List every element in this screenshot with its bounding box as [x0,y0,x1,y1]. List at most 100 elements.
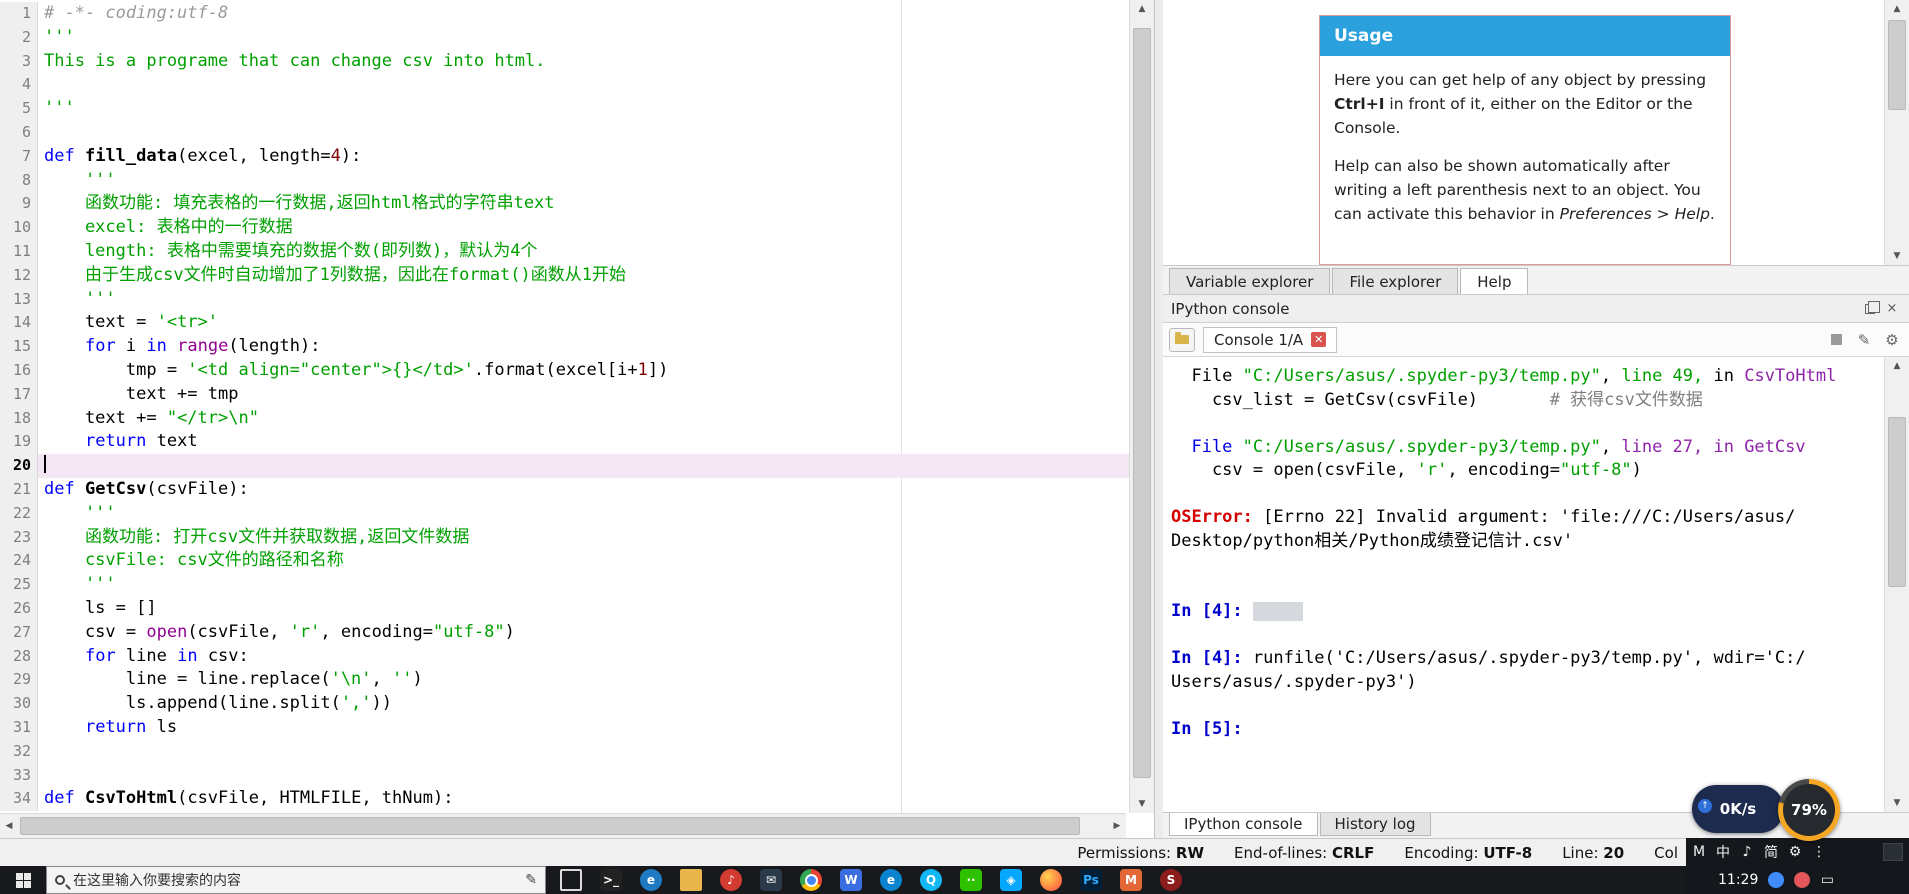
tab-ipython-console[interactable]: IPython console [1169,813,1318,836]
console-body[interactable]: File "C:/Users/asus/.spyder-py3/temp.py"… [1163,357,1909,812]
tab-help[interactable]: Help [1460,268,1529,294]
ime-mode-icon[interactable]: M [1692,844,1706,860]
editor-line-24[interactable]: 24 csvFile: csv文件的路径和名称 [0,549,1129,574]
task-view-icon[interactable] [560,869,582,891]
editor-vertical-scrollbar[interactable]: ▲ ▼ [1129,0,1154,813]
start-button[interactable] [0,866,46,894]
editor-line-17[interactable]: 17 text += tmp [0,382,1129,407]
editor-line-33[interactable]: 33 [0,763,1129,788]
help-vertical-scrollbar[interactable]: ▲ ▼ [1884,0,1909,265]
editor-line-23[interactable]: 23 函数功能: 打开csv文件并获取数据,返回文件数据 [0,525,1129,550]
battery-ring[interactable]: 79% [1778,779,1840,841]
editor-line-5[interactable]: 5 ''' [0,97,1129,121]
scroll-left-arrow-icon[interactable]: ◀ [0,814,18,838]
tab-history-log[interactable]: History log [1319,813,1431,836]
editor-line-21[interactable]: 21 def GetCsv(csvFile): [0,477,1129,502]
netease-music-icon[interactable]: ♪ [720,869,742,891]
editor-line-34[interactable]: 34 def CsvToHtml(csvFile, HTMLFILE, thNum… [0,787,1129,812]
editor-line-12[interactable]: 12 由于生成csv文件时自动增加了1列数据，因此在format()函数从1开始 [0,263,1129,288]
editor-line-30[interactable]: 30 ls.append(line.split(',')) [0,692,1129,716]
editor-line-8[interactable]: 8 ''' [0,168,1129,193]
music-note-icon[interactable]: ♪ [1740,844,1754,860]
edit-icon[interactable]: ✎ [1853,329,1875,351]
editor-line-22[interactable]: 22 ''' [0,501,1129,526]
console-vertical-scrollbar[interactable]: ▲ ▼ [1884,357,1909,812]
editor-line-14[interactable]: 14 text = '<tr>' [0,311,1129,336]
editor-line-2[interactable]: 2 ''' [0,25,1129,50]
editor-line-31[interactable]: 31 return ls [0,715,1129,740]
qq-icon[interactable]: Q [920,869,942,891]
scroll-down-arrow-icon[interactable]: ▼ [1130,795,1154,813]
editor-line-4[interactable]: 4 [0,73,1129,98]
taskbar-search-input[interactable]: 在这里输入你要搜索的内容 ✎ [46,866,546,894]
tray-app-icon[interactable] [1794,872,1811,888]
console-output[interactable]: File "C:/Users/asus/.spyder-py3/temp.py"… [1163,357,1884,812]
editor-line-20[interactable]: 20 [0,454,1129,478]
editor-line-32[interactable]: 32 [0,739,1129,764]
foxmail-icon[interactable]: ✉ [760,869,782,891]
ie-icon[interactable]: e [640,869,662,891]
editor-line-28[interactable]: 28 for line in csv: [0,644,1129,669]
edge-icon[interactable]: e [880,869,902,891]
undock-icon[interactable] [1861,300,1880,318]
tab-variable-explorer[interactable]: Variable explorer [1169,268,1331,294]
folder-icon[interactable] [680,869,702,891]
net-speed-widget[interactable]: ↑ 0K/s 79% [1692,779,1862,841]
editor-line-15[interactable]: 15 for i in range(length): [0,335,1129,359]
scroll-up-arrow-icon[interactable]: ▲ [1885,0,1909,18]
editor-line-26[interactable]: 26 ls = [] [0,596,1129,621]
code-editor-pane[interactable]: 1 # -*- coding:utf-8 2 ''' 3 This is a progra… [0,0,1155,838]
scroll-right-arrow-icon[interactable]: ▶ [1108,814,1126,838]
interrupt-kernel-icon[interactable] [1825,329,1847,351]
editor-line-3[interactable]: 3 This is a programe that can change csv … [0,49,1129,74]
gear-icon[interactable]: ⚙ [1881,329,1903,351]
help-vscroll-thumb[interactable] [1888,20,1906,110]
gear-icon[interactable]: ⚙ [1788,844,1802,860]
editor-line-11[interactable]: 11 length: 表格中需要填充的数据个数(即列数)，默认为4个 [0,239,1129,264]
browse-working-directory-button[interactable] [1169,327,1195,352]
matlab-icon[interactable]: M [1120,869,1142,891]
firefox-icon[interactable] [1040,869,1062,891]
ime-toolbar-icon[interactable] [1883,843,1903,861]
spyder-icon[interactable]: S [1160,869,1182,891]
scroll-up-arrow-icon[interactable]: ▲ [1885,357,1909,375]
editor-line-1[interactable]: 1 # -*- coding:utf-8 [0,2,1129,26]
tab-file-explorer[interactable]: File explorer [1332,268,1459,294]
editor-line-18[interactable]: 18 text += "</tr>\n" [0,406,1129,431]
clock[interactable]: 11:29 [1718,872,1758,888]
editor-line-29[interactable]: 29 line = line.replace('\n', '') [0,668,1129,693]
console-vscroll-thumb[interactable] [1888,417,1906,587]
editor-text-area[interactable]: 1 # -*- coding:utf-8 2 ''' 3 This is a progra… [0,0,1129,813]
editor-line-27[interactable]: 27 csv = open(csvFile, 'r', encoding="ut… [0,620,1129,645]
pane-splitter[interactable] [1155,0,1163,838]
ime-simplified-icon[interactable]: 简 [1764,842,1778,862]
editor-line-19[interactable]: 19 return text [0,430,1129,455]
scroll-up-arrow-icon[interactable]: ▲ [1130,0,1154,18]
editor-horizontal-scrollbar[interactable]: ◀ ▶ [0,813,1126,838]
notification-icon[interactable]: ▭ [1820,872,1834,888]
editor-line-6[interactable]: 6 [0,120,1129,145]
editor-line-13[interactable]: 13 ''' [0,287,1129,312]
photoshop-icon[interactable]: Ps [1080,869,1102,891]
cmd-icon[interactable]: >_ [600,869,622,891]
wechat-icon[interactable]: ·· [960,869,982,891]
editor-line-10[interactable]: 10 excel: 表格中的一行数据 [0,216,1129,240]
editor-vscroll-thumb[interactable] [1133,28,1151,778]
scroll-down-arrow-icon[interactable]: ▼ [1885,247,1909,265]
baidu-netdisk-icon[interactable]: ◈ [1000,869,1022,891]
close-console-icon[interactable]: ✕ [1311,332,1327,347]
console-tab[interactable]: Console 1/A ✕ [1203,326,1338,353]
network-speed-bubble[interactable]: ↑ 0K/s [1692,785,1784,833]
editor-hscroll-thumb[interactable] [20,817,1080,835]
editor-line-9[interactable]: 9 函数功能: 填充表格的一行数据,返回html格式的字符串text [0,192,1129,217]
wps-icon[interactable]: W [840,869,862,891]
ime-chinese-icon[interactable]: 中 [1716,842,1730,862]
editor-line-25[interactable]: 25 ''' [0,573,1129,597]
close-icon[interactable]: × [1883,300,1901,318]
more-icon[interactable]: ⋮ [1812,844,1826,860]
tray-app-icon[interactable] [1768,872,1785,888]
chrome-icon[interactable] [800,869,822,891]
scroll-down-arrow-icon[interactable]: ▼ [1885,794,1909,812]
editor-line-16[interactable]: 16 tmp = '<td align="center">{}</td>'.fo… [0,358,1129,383]
editor-line-7[interactable]: 7 def fill_data(excel, length=4): [0,144,1129,169]
